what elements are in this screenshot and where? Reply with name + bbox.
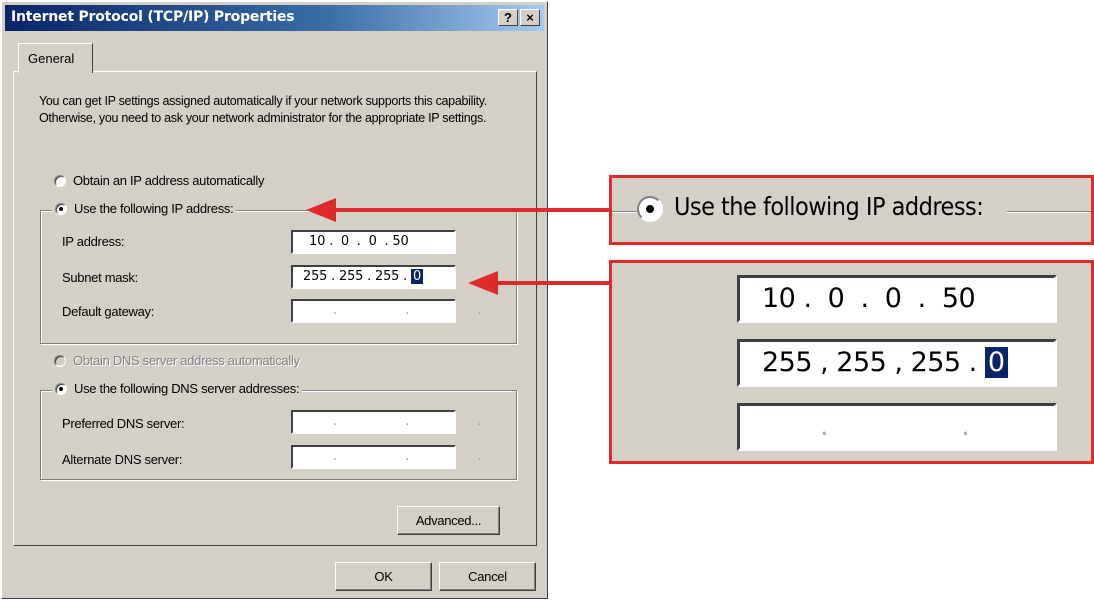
zoomed-subnet-field: 255 , 255 , 255 . 0 <box>737 339 1057 387</box>
radio-selected-icon <box>637 196 663 222</box>
zoomed-gateway-field: . . . <box>737 403 1057 451</box>
group-border-right <box>1007 211 1091 212</box>
zoomed-radio-callout: Use the following IP address: <box>609 175 1094 245</box>
zoomed-subnet-value: 255 , 255 , 255 . 0 <box>762 342 1008 384</box>
arrow-head-fields <box>468 271 498 295</box>
zoomed-fields-callout: 10 . 0 . 0 . 50 255 , 255 , 255 . 0 . . … <box>609 260 1094 464</box>
arrow-head-radio <box>306 198 336 222</box>
zoomed-radio-label: Use the following IP address: <box>674 192 984 221</box>
zoomed-subnet-selected-octet: 0 <box>984 347 1008 378</box>
zoomed-ip-value: 10 . 0 . 0 . 50 <box>762 283 976 314</box>
group-border-left <box>612 211 637 212</box>
zoomed-gateway-separators: . . . <box>820 411 1032 442</box>
tab-general[interactable]: General <box>18 43 93 73</box>
zoomed-ip-address-field: 10 . 0 . 0 . 50 <box>737 275 1057 323</box>
